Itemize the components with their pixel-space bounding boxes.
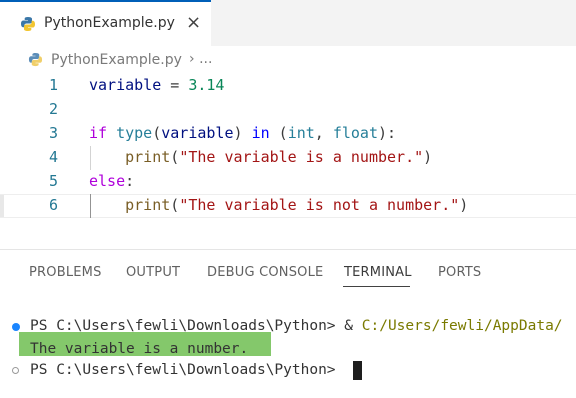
tab-python-example[interactable]: PythonExample.py × (0, 0, 211, 46)
code-token: print (125, 148, 171, 166)
code-token: ( (170, 196, 180, 214)
line-number: 6 (48, 196, 58, 214)
code-line[interactable]: 2 (0, 98, 576, 122)
line-number: 3 (48, 124, 58, 142)
tab-debug-console[interactable]: DEBUG CONSOLE (207, 265, 323, 280)
code-line[interactable]: 1 variable = 3.14 (0, 74, 576, 98)
code-line[interactable]: 3 if type(variable) in (int, float): (0, 122, 576, 146)
code-token: 3.14 (188, 76, 225, 94)
tab-ports[interactable]: PORTS (438, 265, 481, 280)
code-token: if (89, 124, 108, 142)
terminal-prompt: PS C:\Users\fewli\Downloads\Python> (30, 362, 336, 378)
command-pending-icon (12, 367, 19, 374)
code-token: type (116, 124, 153, 142)
code-token: = (161, 76, 189, 94)
code-token: "The variable is a number." (179, 148, 424, 166)
code-token: "The variable is not a number." (179, 196, 460, 214)
code-token: : (125, 172, 135, 190)
code-token: ) (423, 148, 433, 166)
line-number: 1 (48, 76, 58, 94)
command-success-icon (12, 323, 20, 331)
terminal-output: The variable is a number. (30, 341, 249, 357)
code-line[interactable]: 6 print("The variable is not a number.") (0, 194, 576, 218)
code-text: if type(variable) in (int, float): (89, 124, 396, 142)
code-token: print (125, 196, 171, 214)
terminal[interactable]: PS C:\Users\fewli\Downloads\Python> & C:… (0, 290, 576, 398)
code-text: variable = 3.14 (89, 76, 224, 94)
code-token: float (332, 124, 378, 142)
code-token: variable (89, 76, 162, 94)
code-token: ( (269, 124, 288, 142)
code-text: else: (89, 172, 134, 190)
python-file-icon (28, 52, 43, 71)
code-text: print("The variable is not a number.") (89, 196, 468, 214)
line-number: 2 (48, 100, 58, 118)
code-editor[interactable]: 1 variable = 3.14 2 3 if type(variable) in (… (0, 74, 576, 246)
tab-output[interactable]: OUTPUT (126, 265, 180, 280)
panel-tab-bar: PROBLEMS OUTPUT DEBUG CONSOLE TERMINAL P… (0, 250, 576, 290)
active-tab-indicator (343, 286, 410, 287)
code-line[interactable]: 5 else: (0, 170, 576, 194)
code-line[interactable]: 4 print("The variable is a number.") (0, 146, 576, 170)
code-token: , (314, 124, 333, 142)
python-file-icon (20, 16, 36, 36)
code-token: ) (233, 124, 252, 142)
code-token: in (251, 124, 270, 142)
code-token: else (89, 172, 126, 190)
tab-title: PythonExample.py (44, 15, 175, 31)
tab-terminal[interactable]: TERMINAL (344, 265, 412, 280)
code-token: ) (459, 196, 469, 214)
breadcrumb-chevron-icon: › ... (189, 51, 213, 67)
code-token: ( (152, 124, 162, 142)
breadcrumb: PythonExample.py › ... (0, 46, 576, 74)
code-token: ( (170, 148, 180, 166)
breadcrumb-file[interactable]: PythonExample.py (51, 52, 182, 68)
editor-tab-bar: PythonExample.py × (0, 0, 576, 46)
code-token: ): (378, 124, 397, 142)
tab-problems[interactable]: PROBLEMS (29, 265, 102, 280)
line-number: 4 (48, 148, 58, 166)
code-token: int (287, 124, 315, 142)
terminal-cursor (353, 361, 362, 380)
code-text: print("The variable is a number.") (89, 148, 432, 166)
close-icon[interactable]: × (186, 12, 201, 33)
line-number: 5 (48, 172, 58, 190)
code-token: variable (161, 124, 234, 142)
